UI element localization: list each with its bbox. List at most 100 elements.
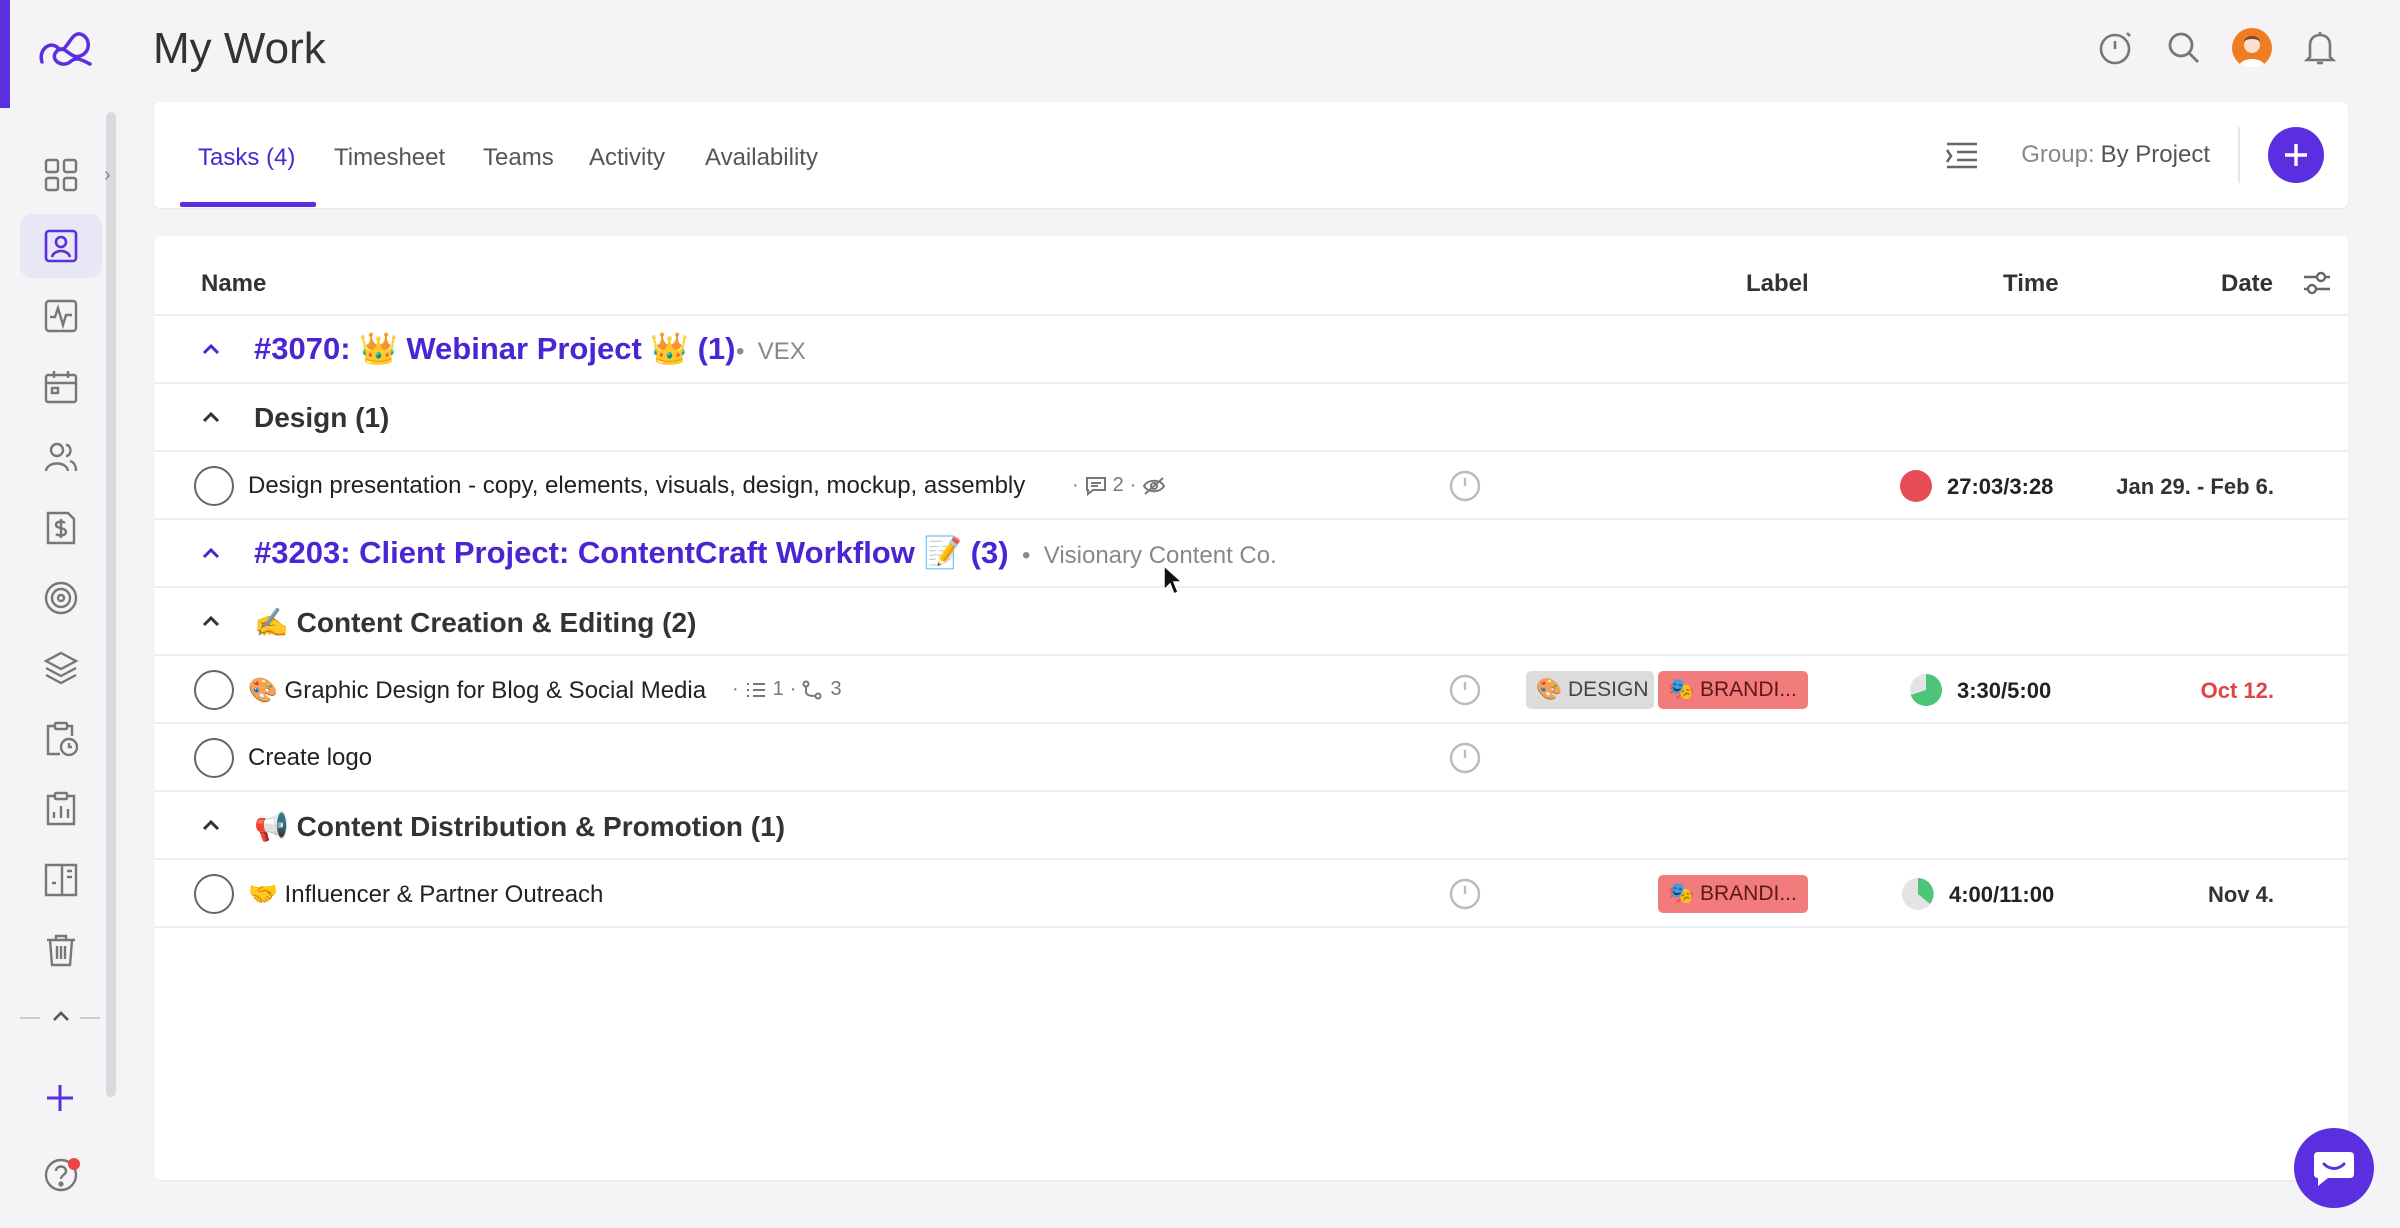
toolbar-divider	[2238, 127, 2240, 183]
task-label-chip[interactable]: 🎨 DESIGN	[1526, 671, 1654, 709]
sidebar-expand-icon[interactable]: ›	[104, 164, 111, 187]
section-title[interactable]: ✍️ Content Creation & Editing (2)	[254, 606, 696, 639]
sidebar-item-invoices[interactable]	[20, 496, 102, 560]
section-row[interactable]: 📢 Content Distribution & Promotion (1)	[154, 792, 2348, 860]
project-group-row[interactable]: #3070: 👑 Webinar Project 👑 (1) • VEX	[154, 316, 2348, 384]
active-tab-indicator	[180, 202, 316, 207]
task-name[interactable]: Create logo	[248, 744, 372, 772]
app-logo-icon[interactable]	[36, 22, 96, 74]
task-row[interactable]: 🎨 Graphic Design for Blog & Social Media…	[154, 656, 2348, 724]
sidebar-item-dashboard[interactable]	[20, 143, 102, 207]
project-group-row[interactable]: #3203: Client Project: ContentCraft Work…	[154, 520, 2348, 588]
task-row[interactable]: Create logo	[154, 724, 2348, 792]
sidebar-item-activity[interactable]	[20, 284, 102, 348]
task-date[interactable]: Jan 29. - Feb 6.	[2116, 474, 2274, 500]
subtask-icon	[802, 680, 822, 699]
bullet-separator: •	[736, 338, 758, 365]
user-avatar-button[interactable]	[2228, 24, 2276, 72]
chat-bubble-icon	[2314, 1152, 2354, 1186]
task-row[interactable]: Design presentation - copy, elements, vi…	[154, 452, 2348, 520]
sidebar-item-reports[interactable]	[20, 777, 102, 841]
filter-lines-icon[interactable]	[1945, 140, 1979, 170]
task-date[interactable]: Oct 12.	[2201, 678, 2274, 704]
task-table: Name Label Time Date #3070: 👑 Webinar Pr…	[154, 236, 2348, 1180]
timer-button[interactable]	[2092, 24, 2140, 72]
sidebar-item-teams[interactable]	[20, 425, 102, 489]
tab-teams[interactable]: Teams	[483, 144, 554, 172]
task-name[interactable]: Design presentation - copy, elements, vi…	[248, 472, 1025, 500]
search-icon	[2168, 32, 2199, 63]
column-header-label[interactable]: Label	[1746, 270, 1809, 298]
top-toolbar	[2092, 24, 2344, 72]
time-tracked: 27:03/3:28	[1947, 474, 2054, 499]
stopwatch-icon[interactable]	[1448, 741, 1482, 775]
search-button[interactable]	[2160, 24, 2208, 72]
sidebar-item-trash[interactable]	[20, 918, 102, 982]
task-complete-checkbox[interactable]	[194, 738, 234, 778]
plus-icon[interactable]	[44, 1082, 76, 1114]
column-header-name[interactable]: Name	[201, 270, 266, 298]
stopwatch-icon[interactable]	[1448, 469, 1482, 503]
sidebar-item-goals[interactable]	[20, 566, 102, 630]
task-date[interactable]: Nov 4.	[2208, 882, 2274, 908]
chevron-up-icon[interactable]	[200, 542, 222, 564]
project-title[interactable]: #3070: 👑 Webinar Project 👑 (1)	[254, 330, 736, 367]
grid-icon	[44, 158, 78, 192]
sidebar-item-projects[interactable]	[20, 636, 102, 700]
chevron-up-icon[interactable]	[200, 338, 222, 360]
sidebar-item-boards[interactable]	[20, 848, 102, 912]
section-row[interactable]: Design (1)	[154, 384, 2348, 452]
clipboard-clock-icon	[46, 721, 79, 757]
task-label-chip[interactable]: 🎭 BRANDI...	[1658, 671, 1808, 709]
bell-icon	[2303, 32, 2337, 65]
tab-timesheet[interactable]: Timesheet	[334, 144, 445, 172]
tab-tasks[interactable]: Tasks (4)	[198, 144, 295, 172]
sidebar-item-calendar[interactable]	[20, 355, 102, 419]
chevron-up-icon[interactable]	[200, 406, 222, 428]
column-settings-icon[interactable]	[2302, 268, 2332, 298]
notification-dot	[68, 1158, 80, 1170]
tab-availability[interactable]: Availability	[705, 144, 818, 172]
chevron-up-icon[interactable]	[50, 1005, 72, 1027]
tabs-actions: Group: By Project	[1945, 126, 2324, 184]
tab-activity[interactable]: Activity	[589, 144, 665, 172]
bullet-separator: ·	[1129, 474, 1137, 496]
column-header-time[interactable]: Time	[2003, 270, 2059, 298]
task-label-chip[interactable]: 🎭 BRANDI...	[1658, 875, 1808, 913]
column-header-date[interactable]: Date	[2221, 270, 2273, 298]
sidebar-accent-bar	[0, 0, 10, 108]
bullet-separator: ·	[732, 678, 739, 700]
stopwatch-icon[interactable]	[1448, 673, 1482, 707]
task-complete-checkbox[interactable]	[194, 466, 234, 506]
group-by-select[interactable]: By Project	[2101, 141, 2210, 169]
section-row[interactable]: ✍️ Content Creation & Editing (2)	[154, 588, 2348, 656]
chevron-up-icon[interactable]	[200, 814, 222, 836]
section-title[interactable]: 📢 Content Distribution & Promotion (1)	[254, 810, 785, 843]
chat-support-button[interactable]	[2294, 1128, 2374, 1208]
project-title[interactable]: #3203: Client Project: ContentCraft Work…	[254, 534, 1009, 571]
comment-icon	[1085, 476, 1106, 496]
task-meta: · 2 ·	[1072, 474, 1166, 497]
time-tracked: 4:00/11:00	[1949, 882, 2055, 907]
notifications-button[interactable]	[2296, 24, 2344, 72]
task-name[interactable]: 🎨 Graphic Design for Blog & Social Media	[248, 676, 706, 705]
checklist-count: 1	[772, 678, 784, 700]
sidebar: ›	[0, 0, 120, 1228]
sidebar-item-timesheets[interactable]	[20, 707, 102, 771]
task-complete-checkbox[interactable]	[194, 670, 234, 710]
task-meta: · 1 · 3	[732, 678, 842, 701]
sidebar-item-my-work[interactable]	[20, 214, 102, 278]
user-face-icon	[2238, 36, 2266, 68]
section-title[interactable]: Design (1)	[254, 402, 389, 434]
time-progress-pie	[1910, 674, 1942, 706]
stopwatch-icon[interactable]	[1448, 877, 1482, 911]
task-name[interactable]: 🤝 Influencer & Partner Outreach	[248, 880, 603, 909]
checklist-icon	[746, 682, 765, 697]
time-progress-pie	[1902, 878, 1934, 910]
add-task-button[interactable]	[2268, 127, 2324, 183]
task-complete-checkbox[interactable]	[194, 874, 234, 914]
task-row[interactable]: 🤝 Influencer & Partner Outreach 🎭 BRANDI…	[154, 860, 2348, 928]
target-goal-icon	[44, 581, 78, 615]
chevron-up-icon[interactable]	[200, 610, 222, 632]
sidebar-scrollbar[interactable]	[106, 112, 116, 1097]
